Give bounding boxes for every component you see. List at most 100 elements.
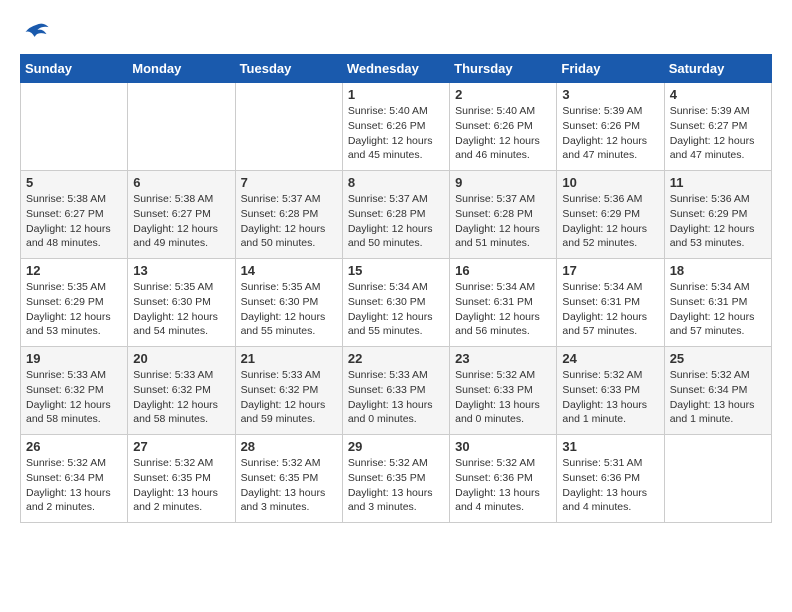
calendar-header-row: SundayMondayTuesdayWednesdayThursdayFrid…: [21, 55, 772, 83]
day-of-week-header: Thursday: [450, 55, 557, 83]
day-info: Sunrise: 5:33 AMSunset: 6:32 PMDaylight:…: [241, 368, 337, 427]
calendar-day-cell: 25Sunrise: 5:32 AMSunset: 6:34 PMDayligh…: [664, 347, 771, 435]
calendar-day-cell: [235, 83, 342, 171]
day-info: Sunrise: 5:32 AMSunset: 6:35 PMDaylight:…: [241, 456, 337, 515]
calendar-day-cell: 29 Sunrise: 5:32 AMSunset: 6:35 PMDayligh…: [342, 435, 449, 523]
day-number: 2: [455, 87, 551, 102]
calendar-day-cell: 18 Sunrise: 5:34 AMSunset: 6:31 PMDayligh…: [664, 259, 771, 347]
day-number: 9: [455, 175, 551, 190]
day-number: 29: [348, 439, 444, 454]
day-number: 22: [348, 351, 444, 366]
day-number: 1: [348, 87, 444, 102]
day-info: Sunrise: 5:34 AMSunset: 6:31 PMDaylight:…: [455, 280, 551, 339]
day-info: Sunrise: 5:37 AMSunset: 6:28 PMDaylight:…: [348, 192, 444, 251]
day-info: Sunrise: 5:35 AMSunset: 6:30 PMDaylight:…: [241, 280, 337, 339]
day-info: Sunrise: 5:32 AMSunset: 6:34 PMDaylight:…: [670, 368, 766, 427]
calendar-day-cell: 14 Sunrise: 5:35 AMSunset: 6:30 PMDayligh…: [235, 259, 342, 347]
calendar-week-row: 1 Sunrise: 5:40 AMSunset: 6:26 PMDaylight…: [21, 83, 772, 171]
day-info: Sunrise: 5:36 AMSunset: 6:29 PMDaylight:…: [562, 192, 658, 251]
day-number: 26: [26, 439, 122, 454]
calendar-day-cell: 30Sunrise: 5:32 AMSunset: 6:36 PMDayligh…: [450, 435, 557, 523]
day-number: 16: [455, 263, 551, 278]
calendar-week-row: 19 Sunrise: 5:33 AMSunset: 6:32 PMDayligh…: [21, 347, 772, 435]
calendar-day-cell: 20 Sunrise: 5:33 AMSunset: 6:32 PMDayligh…: [128, 347, 235, 435]
day-info: Sunrise: 5:32 AMSunset: 6:35 PMDaylight:…: [348, 456, 444, 515]
calendar-day-cell: 28 Sunrise: 5:32 AMSunset: 6:35 PMDayligh…: [235, 435, 342, 523]
day-info: Sunrise: 5:40 AMSunset: 6:26 PMDaylight:…: [348, 104, 444, 163]
logo-icon: [22, 21, 50, 43]
day-info: Sunrise: 5:32 AMSunset: 6:33 PMDaylight:…: [455, 368, 551, 427]
calendar-day-cell: 21 Sunrise: 5:33 AMSunset: 6:32 PMDayligh…: [235, 347, 342, 435]
calendar-day-cell: 7 Sunrise: 5:37 AMSunset: 6:28 PMDaylight…: [235, 171, 342, 259]
calendar-week-row: 5 Sunrise: 5:38 AMSunset: 6:27 PMDaylight…: [21, 171, 772, 259]
day-info: Sunrise: 5:31 AMSunset: 6:36 PMDaylight:…: [562, 456, 658, 515]
day-number: 14: [241, 263, 337, 278]
day-number: 28: [241, 439, 337, 454]
calendar-day-cell: 31 Sunrise: 5:31 AMSunset: 6:36 PMDayligh…: [557, 435, 664, 523]
day-number: 4: [670, 87, 766, 102]
day-number: 30: [455, 439, 551, 454]
calendar-day-cell: 9 Sunrise: 5:37 AMSunset: 6:28 PMDaylight…: [450, 171, 557, 259]
day-of-week-header: Tuesday: [235, 55, 342, 83]
day-number: 11: [670, 175, 766, 190]
day-number: 27: [133, 439, 229, 454]
day-info: Sunrise: 5:33 AMSunset: 6:32 PMDaylight:…: [133, 368, 229, 427]
day-number: 12: [26, 263, 122, 278]
day-of-week-header: Sunday: [21, 55, 128, 83]
day-number: 18: [670, 263, 766, 278]
day-info: Sunrise: 5:35 AMSunset: 6:30 PMDaylight:…: [133, 280, 229, 339]
day-number: 21: [241, 351, 337, 366]
day-info: Sunrise: 5:32 AMSunset: 6:35 PMDaylight:…: [133, 456, 229, 515]
day-number: 6: [133, 175, 229, 190]
day-number: 5: [26, 175, 122, 190]
calendar-day-cell: 12Sunrise: 5:35 AMSunset: 6:29 PMDayligh…: [21, 259, 128, 347]
calendar-day-cell: 11 Sunrise: 5:36 AMSunset: 6:29 PMDayligh…: [664, 171, 771, 259]
day-info: Sunrise: 5:37 AMSunset: 6:28 PMDaylight:…: [455, 192, 551, 251]
day-number: 23: [455, 351, 551, 366]
calendar-day-cell: 15Sunrise: 5:34 AMSunset: 6:30 PMDayligh…: [342, 259, 449, 347]
day-number: 7: [241, 175, 337, 190]
day-number: 17: [562, 263, 658, 278]
calendar-day-cell: 16 Sunrise: 5:34 AMSunset: 6:31 PMDayligh…: [450, 259, 557, 347]
calendar-day-cell: 27 Sunrise: 5:32 AMSunset: 6:35 PMDayligh…: [128, 435, 235, 523]
calendar-day-cell: 22 Sunrise: 5:33 AMSunset: 6:33 PMDayligh…: [342, 347, 449, 435]
day-number: 19: [26, 351, 122, 366]
page-header: [20, 20, 772, 44]
day-number: 20: [133, 351, 229, 366]
day-info: Sunrise: 5:33 AMSunset: 6:33 PMDaylight:…: [348, 368, 444, 427]
day-of-week-header: Monday: [128, 55, 235, 83]
day-info: Sunrise: 5:38 AMSunset: 6:27 PMDaylight:…: [26, 192, 122, 251]
day-number: 8: [348, 175, 444, 190]
day-info: Sunrise: 5:34 AMSunset: 6:31 PMDaylight:…: [562, 280, 658, 339]
day-number: 10: [562, 175, 658, 190]
day-info: Sunrise: 5:33 AMSunset: 6:32 PMDaylight:…: [26, 368, 122, 427]
day-number: 3: [562, 87, 658, 102]
day-number: 31: [562, 439, 658, 454]
calendar-day-cell: 17 Sunrise: 5:34 AMSunset: 6:31 PMDayligh…: [557, 259, 664, 347]
day-number: 15: [348, 263, 444, 278]
calendar-week-row: 12Sunrise: 5:35 AMSunset: 6:29 PMDayligh…: [21, 259, 772, 347]
day-info: Sunrise: 5:36 AMSunset: 6:29 PMDaylight:…: [670, 192, 766, 251]
calendar-day-cell: 4Sunrise: 5:39 AMSunset: 6:27 PMDaylight…: [664, 83, 771, 171]
day-number: 24: [562, 351, 658, 366]
day-of-week-header: Wednesday: [342, 55, 449, 83]
calendar-day-cell: 1 Sunrise: 5:40 AMSunset: 6:26 PMDaylight…: [342, 83, 449, 171]
calendar-week-row: 26 Sunrise: 5:32 AMSunset: 6:34 PMDayligh…: [21, 435, 772, 523]
calendar-day-cell: 26 Sunrise: 5:32 AMSunset: 6:34 PMDayligh…: [21, 435, 128, 523]
logo: [20, 20, 50, 44]
day-info: Sunrise: 5:37 AMSunset: 6:28 PMDaylight:…: [241, 192, 337, 251]
calendar-day-cell: 23 Sunrise: 5:32 AMSunset: 6:33 PMDayligh…: [450, 347, 557, 435]
calendar-day-cell: 5 Sunrise: 5:38 AMSunset: 6:27 PMDaylight…: [21, 171, 128, 259]
day-info: Sunrise: 5:32 AMSunset: 6:33 PMDaylight:…: [562, 368, 658, 427]
day-info: Sunrise: 5:39 AMSunset: 6:26 PMDaylight:…: [562, 104, 658, 163]
calendar-day-cell: 19 Sunrise: 5:33 AMSunset: 6:32 PMDayligh…: [21, 347, 128, 435]
day-info: Sunrise: 5:34 AMSunset: 6:31 PMDaylight:…: [670, 280, 766, 339]
day-info: Sunrise: 5:32 AMSunset: 6:34 PMDaylight:…: [26, 456, 122, 515]
calendar-day-cell: 13 Sunrise: 5:35 AMSunset: 6:30 PMDayligh…: [128, 259, 235, 347]
calendar-day-cell: 8 Sunrise: 5:37 AMSunset: 6:28 PMDaylight…: [342, 171, 449, 259]
day-number: 13: [133, 263, 229, 278]
calendar-day-cell: [128, 83, 235, 171]
calendar-day-cell: 6Sunrise: 5:38 AMSunset: 6:27 PMDaylight…: [128, 171, 235, 259]
calendar-day-cell: 24 Sunrise: 5:32 AMSunset: 6:33 PMDayligh…: [557, 347, 664, 435]
calendar-day-cell: [664, 435, 771, 523]
